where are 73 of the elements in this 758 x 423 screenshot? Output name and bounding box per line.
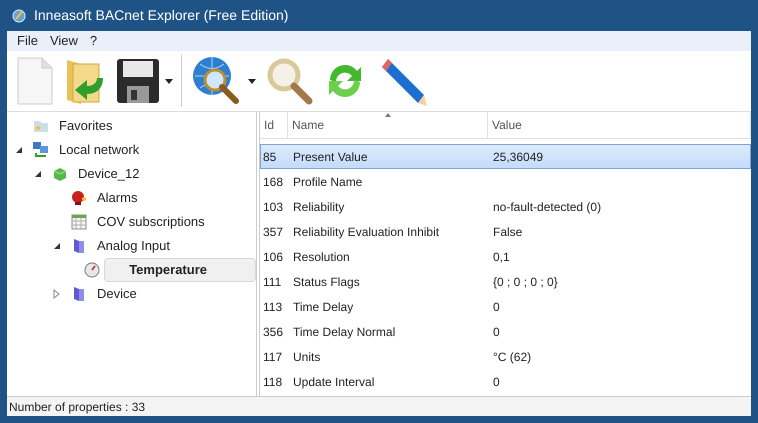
alarm-bell-icon [71, 190, 87, 206]
table-cell-text: 25,36049 [492, 148, 544, 166]
table-cell-text: 0 [492, 298, 501, 316]
tree-item[interactable]: Device [93, 284, 141, 304]
blank-page-icon [15, 56, 55, 106]
gauge-icon [84, 262, 100, 278]
table-cell-text: °C (62) [492, 348, 532, 366]
cube-icon [52, 166, 68, 182]
column-header[interactable]: Value [488, 112, 751, 138]
table-cell-text: Profile Name [292, 174, 364, 190]
dropdown-caret-icon[interactable] [248, 78, 256, 84]
table-cell-text: Reliability Evaluation Inhibit [292, 224, 440, 240]
tree-item[interactable]: COV subscriptions [93, 212, 209, 232]
table-cell-text: Reliability [292, 198, 346, 216]
toolbar-button[interactable] [115, 56, 173, 106]
table-cell-text: Time Delay Normal [292, 324, 396, 340]
tree-item[interactable]: Device_12 [74, 164, 144, 184]
menu-item[interactable]: ? [84, 31, 104, 51]
table-cell-text: Units [292, 348, 322, 366]
sort-arrow-icon [384, 113, 390, 117]
table-row[interactable]: 356 Time Delay Normal 0 [260, 319, 751, 344]
table-cell-text: 118 [262, 374, 284, 390]
grid-icon [71, 214, 87, 230]
expanded-caret-icon[interactable] [53, 242, 61, 250]
table-cell-text: 117 [262, 348, 284, 366]
table-cell-text: 85 [262, 148, 278, 166]
table-row[interactable]: 168 Profile Name [260, 169, 751, 194]
table-cell-text: Time Delay [292, 298, 354, 316]
network-computers-icon [32, 141, 50, 159]
tree-item[interactable]: Alarms [93, 188, 142, 208]
table-cell-text: False [492, 224, 524, 240]
table-cell-text: 111 [262, 274, 282, 290]
tree-item[interactable]: Favorites [55, 116, 116, 136]
star-folder-icon [33, 118, 49, 134]
table-cell-text: 356 [262, 324, 284, 340]
column-header[interactable]: Id [260, 112, 288, 138]
app-logo-icon [12, 8, 26, 22]
table-row[interactable]: 118 Update Interval 0 [260, 369, 751, 394]
table-row[interactable]: 111 Status Flags {0 ; 0 ; 0 ; 0} [260, 269, 751, 294]
expanded-caret-icon[interactable] [34, 170, 42, 178]
collapsed-caret-icon[interactable] [53, 289, 61, 299]
expanded-caret-icon[interactable] [15, 146, 23, 154]
table-row[interactable]: 85 Present Value 25,36049 [260, 144, 751, 169]
table-cell-text: Status Flags [292, 274, 361, 290]
book-icon [72, 238, 86, 254]
tree-item[interactable]: Local network [55, 140, 144, 160]
column-header[interactable]: Name [288, 112, 488, 138]
menu-item[interactable]: File [11, 31, 44, 51]
table-row[interactable]: 103 Reliability no-fault-detected (0) [260, 194, 751, 219]
table-cell-text: Resolution [292, 248, 351, 266]
table-cell-text: {0 ; 0 ; 0 ; 0} [492, 274, 559, 290]
table-cell-text: 0 [492, 374, 501, 390]
table-cell-text: 357 [262, 224, 284, 240]
table-row[interactable]: 113 Time Delay 0 [260, 294, 751, 319]
status-text: Number of properties : 33 [9, 398, 146, 416]
window-title: Inneasoft BACnet Explorer (Free Edition) [34, 6, 288, 25]
tree-item[interactable]: Temperature [104, 258, 256, 282]
book-icon [72, 286, 86, 302]
tree-item[interactable]: Analog Input [93, 236, 174, 256]
table-cell-text: 106 [262, 248, 284, 266]
table-row[interactable]: 117 Units °C (62) [260, 344, 751, 369]
table-cell-text: 0,1 [492, 248, 511, 266]
table-cell-text: 168 [262, 174, 284, 190]
table-cell-text: 103 [262, 198, 284, 216]
menu-item[interactable]: View [44, 31, 84, 51]
table-cell-text: Present Value [292, 148, 368, 166]
table-cell-text: no-fault-detected (0) [492, 198, 602, 216]
table-cell-text: 113 [262, 298, 284, 316]
table-row[interactable]: 357 Reliability Evaluation Inhibit False [260, 219, 751, 244]
table-cell-text: Update Interval [292, 374, 376, 390]
dropdown-caret-icon[interactable] [165, 78, 173, 84]
table-row[interactable]: 106 Resolution 0,1 [260, 244, 751, 269]
table-cell-text: 0 [492, 324, 501, 340]
